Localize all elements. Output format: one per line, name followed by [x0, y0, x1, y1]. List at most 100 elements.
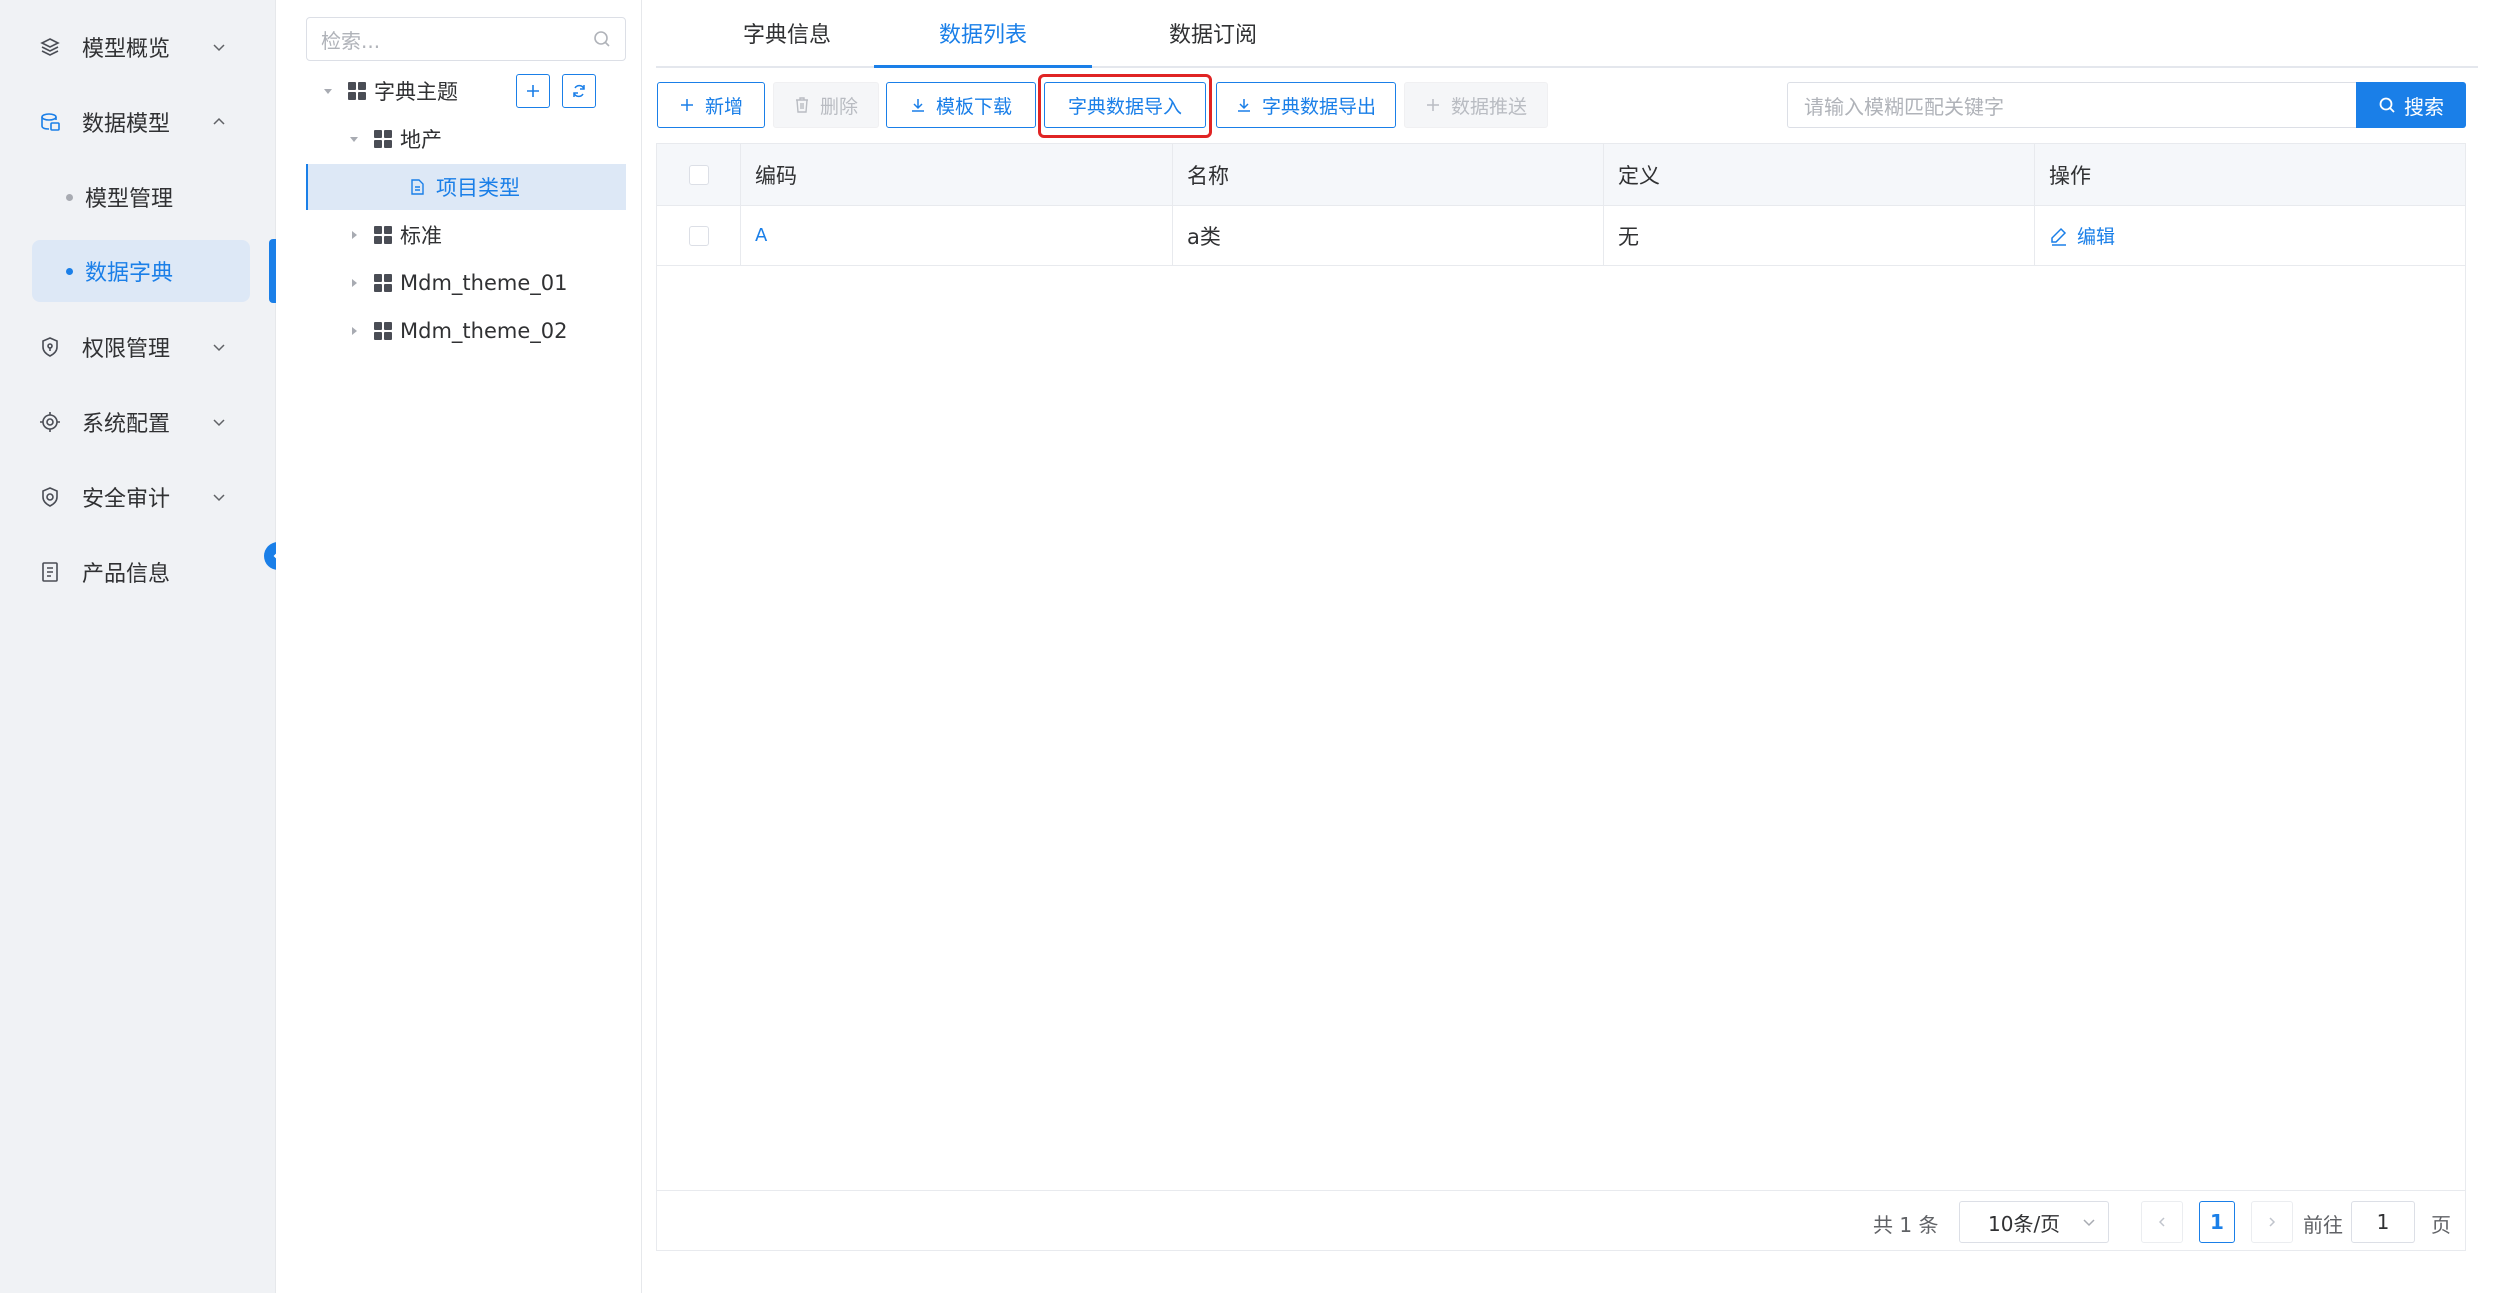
sidebar-item-data-model[interactable]: 数据模型: [30, 91, 262, 153]
tab-data-list[interactable]: 数据列表: [874, 0, 1092, 66]
chevron-down-icon: [210, 488, 228, 506]
tree-node-label: 字典主题: [374, 80, 458, 104]
sidebar-item-label: 模型管理: [85, 187, 174, 212]
keyword-search-placeholder: 请输入模糊匹配关键字: [1804, 94, 2004, 119]
row-checkbox[interactable]: [688, 225, 709, 246]
download-icon: [910, 97, 926, 113]
search-icon: [594, 31, 610, 47]
add-button-label: 新增: [704, 95, 743, 118]
dictionary-export-label: 字典数据导出: [1261, 95, 1376, 118]
template-download-button[interactable]: 模板下载: [886, 82, 1036, 128]
column-header-action: 操作: [2049, 163, 2091, 188]
page-suffix-label: 页: [2431, 1213, 2451, 1237]
pagination-total: 共 1 条: [1873, 1213, 1939, 1237]
bullet-icon: [66, 193, 73, 201]
tree-refresh-button[interactable]: [562, 74, 596, 108]
active-indicator: [269, 239, 276, 303]
download-icon: [1236, 97, 1252, 113]
dictionary-import-button[interactable]: 字典数据导入: [1044, 82, 1206, 128]
column-header-definition[interactable]: 定义: [1604, 144, 2035, 205]
edit-icon: [2051, 227, 2067, 246]
page-size-value: 10条/页: [1988, 1211, 2061, 1236]
layers-icon: [38, 35, 62, 59]
table-row: A a类 无 编辑: [657, 206, 2465, 266]
tree-node-label: 标准: [400, 224, 442, 248]
tree-node-label: Mdm_theme_01: [400, 271, 568, 295]
tree-node-mdm-theme-01[interactable]: Mdm_theme_01: [306, 260, 626, 306]
sidebar-item-label: 安全审计: [82, 487, 171, 512]
tree-search-input[interactable]: 检索...: [306, 17, 626, 61]
document-icon: [411, 179, 424, 195]
search-icon: [2379, 97, 2395, 113]
sidebar-item-label: 系统配置: [82, 412, 171, 437]
database-icon: [38, 110, 62, 134]
goto-label: 前往: [2303, 1213, 2343, 1237]
column-header-name[interactable]: 名称: [1173, 144, 1604, 205]
tab-dictionary-info[interactable]: 字典信息: [682, 0, 892, 66]
caret-right-icon[interactable]: [346, 323, 362, 339]
prev-page-button[interactable]: [2141, 1201, 2183, 1243]
select-all-checkbox[interactable]: [688, 164, 709, 185]
dictionary-export-button[interactable]: 字典数据导出: [1216, 82, 1396, 128]
sidebar-item-model-management[interactable]: 模型管理: [32, 166, 250, 228]
page-number-button[interactable]: 1: [2199, 1201, 2235, 1243]
chevron-right-icon: [2269, 1217, 2276, 1227]
caret-right-icon[interactable]: [346, 227, 362, 243]
tree-add-button[interactable]: [516, 74, 550, 108]
shield-check-icon: [38, 485, 62, 509]
chip-icon: [38, 410, 62, 434]
sidebar-item-model-overview[interactable]: 模型概览: [30, 16, 262, 78]
edit-link[interactable]: 编辑: [2049, 222, 2115, 249]
select-all-cell: [657, 144, 741, 205]
column-header-code[interactable]: 编码: [741, 144, 1173, 205]
search-button-label: 搜索: [2404, 94, 2444, 119]
tree-node-project-type[interactable]: 项目类型: [306, 164, 626, 210]
plus-icon: [679, 97, 695, 113]
goto-page-input[interactable]: 1: [2351, 1201, 2415, 1243]
tree-node-real-estate[interactable]: 地产: [306, 116, 626, 162]
search-button[interactable]: 搜索: [2356, 82, 2466, 128]
tree-node-label: Mdm_theme_02: [400, 319, 568, 343]
sidebar-item-data-dictionary[interactable]: 数据字典: [32, 240, 250, 302]
data-push-label: 数据推送: [1450, 95, 1527, 118]
cell-definition: 无: [1604, 206, 2035, 265]
caret-down-icon[interactable]: [346, 131, 362, 147]
cell-code[interactable]: A: [741, 206, 1173, 265]
grid-icon: [374, 226, 392, 244]
tree-node-standard[interactable]: 标准: [306, 212, 626, 258]
chevron-up-icon: [210, 113, 228, 131]
page-size-select[interactable]: 10条/页: [1959, 1201, 2109, 1243]
tree-node-label: 项目类型: [436, 176, 520, 200]
plus-icon: [1425, 97, 1441, 113]
next-page-button[interactable]: [2251, 1201, 2293, 1243]
sidebar-item-security-audit[interactable]: 安全审计: [30, 466, 262, 528]
grid-icon: [348, 82, 366, 100]
grid-icon: [374, 130, 392, 148]
tree-node-mdm-theme-02[interactable]: Mdm_theme_02: [306, 308, 626, 354]
add-button[interactable]: 新增: [657, 82, 765, 128]
data-table: 编码 名称 定义 操作 A a类 无 编辑 共 1 条 10条/页 1 前往 1…: [656, 143, 2466, 1251]
sidebar-item-label: 产品信息: [82, 562, 171, 587]
plus-icon: [527, 85, 539, 97]
delete-button[interactable]: 删除: [773, 82, 879, 128]
caret-down-icon[interactable]: [320, 83, 336, 99]
sidebar-item-label: 数据字典: [85, 261, 174, 286]
chevron-down-icon: [2083, 1219, 2095, 1227]
data-push-button[interactable]: 数据推送: [1404, 82, 1548, 128]
shield-icon: [38, 335, 62, 359]
caret-right-icon[interactable]: [346, 275, 362, 291]
bullet-icon: [66, 267, 73, 275]
sidebar-item-label: 模型概览: [82, 37, 171, 62]
chevron-down-icon: [210, 413, 228, 431]
tab-data-subscription[interactable]: 数据订阅: [1108, 0, 1318, 66]
cell-action: 编辑: [2035, 206, 2465, 265]
chevron-down-icon: [210, 38, 228, 56]
sidebar-item-system-config[interactable]: 系统配置: [30, 391, 262, 453]
table-header: 编码 名称 定义 操作: [657, 144, 2465, 206]
sidebar-item-product-info[interactable]: 产品信息: [30, 541, 262, 603]
trash-icon: [794, 97, 810, 113]
sidebar: 模型概览 数据模型 模型管理 数据字典 权限管理 系统配置 安全审计 产品信息: [0, 0, 292, 1293]
grid-icon: [374, 274, 392, 292]
keyword-search-input[interactable]: 请输入模糊匹配关键字: [1787, 82, 2357, 128]
sidebar-item-permission[interactable]: 权限管理: [30, 316, 262, 378]
